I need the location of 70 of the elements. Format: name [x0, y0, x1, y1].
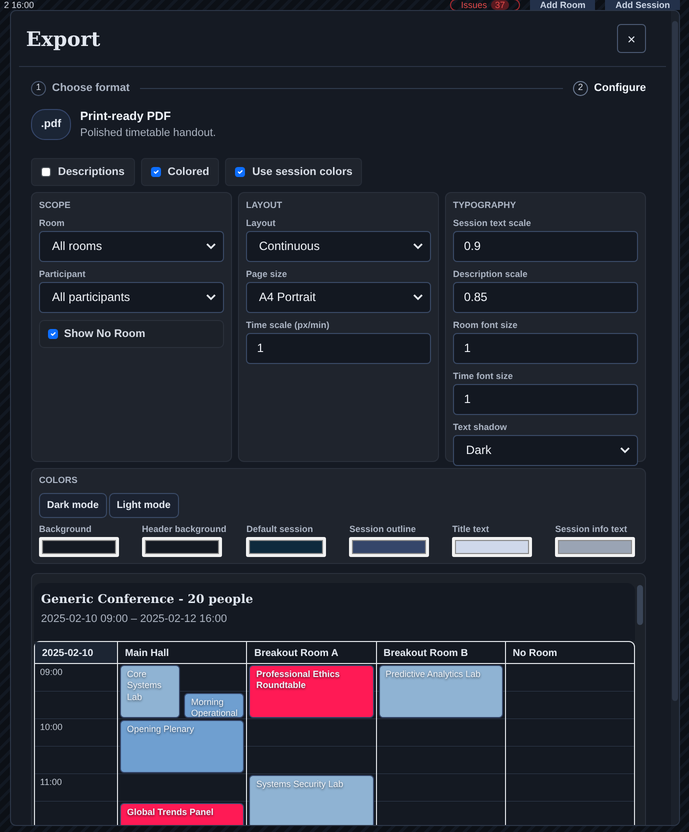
input-field[interactable]: 0.9 [453, 230, 638, 262]
step-label[interactable]: Configure [594, 80, 646, 96]
step-number: 2 [573, 80, 588, 96]
color-swatch[interactable] [349, 536, 430, 556]
format-badge: .pdf [31, 109, 72, 140]
panel-heading: LAYOUT [246, 199, 284, 212]
scrollbar-thumb[interactable] [637, 584, 643, 624]
checkbox[interactable] [235, 166, 246, 177]
color-swatch[interactable] [246, 536, 326, 556]
option-label: Use session colors [252, 164, 352, 180]
color-label: Session outline [349, 524, 417, 534]
time-label: 11:00 [40, 776, 62, 789]
select-field[interactable]: All participants [39, 282, 224, 312]
checkbox[interactable] [41, 166, 51, 177]
color-label: Default session [246, 524, 314, 534]
field-label: Text shadow [453, 422, 508, 432]
option-label: Descriptions [58, 164, 125, 180]
color-label: Session info text [555, 524, 628, 534]
color-label: Title text [452, 524, 490, 534]
input-field[interactable]: 1 [453, 384, 638, 414]
toolbar-button[interactable]: Add Room [530, 0, 596, 10]
panel-heading: COLORS [39, 474, 79, 487]
time-label: 09:00 [40, 666, 63, 679]
step-number: 1 [31, 80, 46, 96]
preset-button[interactable]: Light mode [108, 492, 179, 518]
field-label: Layout [246, 218, 277, 228]
color-swatch[interactable] [39, 536, 119, 556]
input-field[interactable]: 0.85 [453, 282, 638, 312]
option-toggle[interactable]: Use session colors [225, 158, 362, 186]
field-label: Participant [39, 268, 87, 280]
option-toggle[interactable]: Colored [140, 158, 220, 186]
date-range: 2025-02-10 09:00 – 2025-02-12 16:00 [41, 612, 228, 626]
field-label: Description scale [453, 268, 529, 280]
color-label: Background [39, 524, 93, 534]
field-label: Room [39, 218, 66, 228]
format-name: Print-ready PDF [80, 108, 172, 125]
panel-heading: SCOPE [39, 199, 72, 212]
field-label: Page size [246, 268, 288, 280]
field-label: Session text scale [453, 218, 532, 228]
checkbox[interactable] [48, 328, 58, 339]
time-label: 10:00 [40, 721, 63, 734]
date-header: 2025-02-10 [35, 642, 117, 664]
select-field[interactable]: Dark [453, 434, 638, 466]
input-field[interactable]: 1 [246, 332, 431, 364]
checkbox[interactable] [150, 166, 161, 177]
preview-title: Generic Conference - 20 people [41, 590, 254, 608]
panel-heading: TYPOGRAPHY [453, 199, 518, 212]
select-field[interactable]: A4 Portrait [246, 282, 431, 312]
toolbar-button[interactable]: Add Session [605, 0, 680, 10]
preset-button[interactable]: Dark mode [39, 492, 107, 518]
field-label: Time scale (px/min) [246, 320, 330, 330]
color-label: Header background [142, 524, 226, 534]
close-button[interactable]: × [617, 24, 646, 53]
select-field[interactable]: All rooms [39, 230, 224, 262]
date-text: 2 16:00 [4, 0, 34, 10]
checkbox-row[interactable]: Show No Room [39, 320, 224, 348]
checkbox-label: Show No Room [64, 326, 146, 342]
field-label: Time font size [453, 370, 514, 382]
scrollbar-thumb[interactable] [672, 21, 678, 701]
color-swatch[interactable] [142, 536, 222, 556]
option-toggle[interactable]: Descriptions [31, 158, 135, 186]
select-field[interactable]: Continuous [246, 230, 431, 262]
step-label[interactable]: Choose format [52, 80, 130, 96]
dialog-title: Export [26, 26, 100, 50]
option-label: Colored [168, 164, 210, 180]
color-swatch[interactable] [555, 536, 636, 556]
field-label: Room font size [453, 320, 518, 330]
format-description: Polished timetable handout. [80, 126, 216, 141]
color-swatch[interactable] [452, 536, 532, 556]
input-field[interactable]: 1 [453, 332, 638, 364]
